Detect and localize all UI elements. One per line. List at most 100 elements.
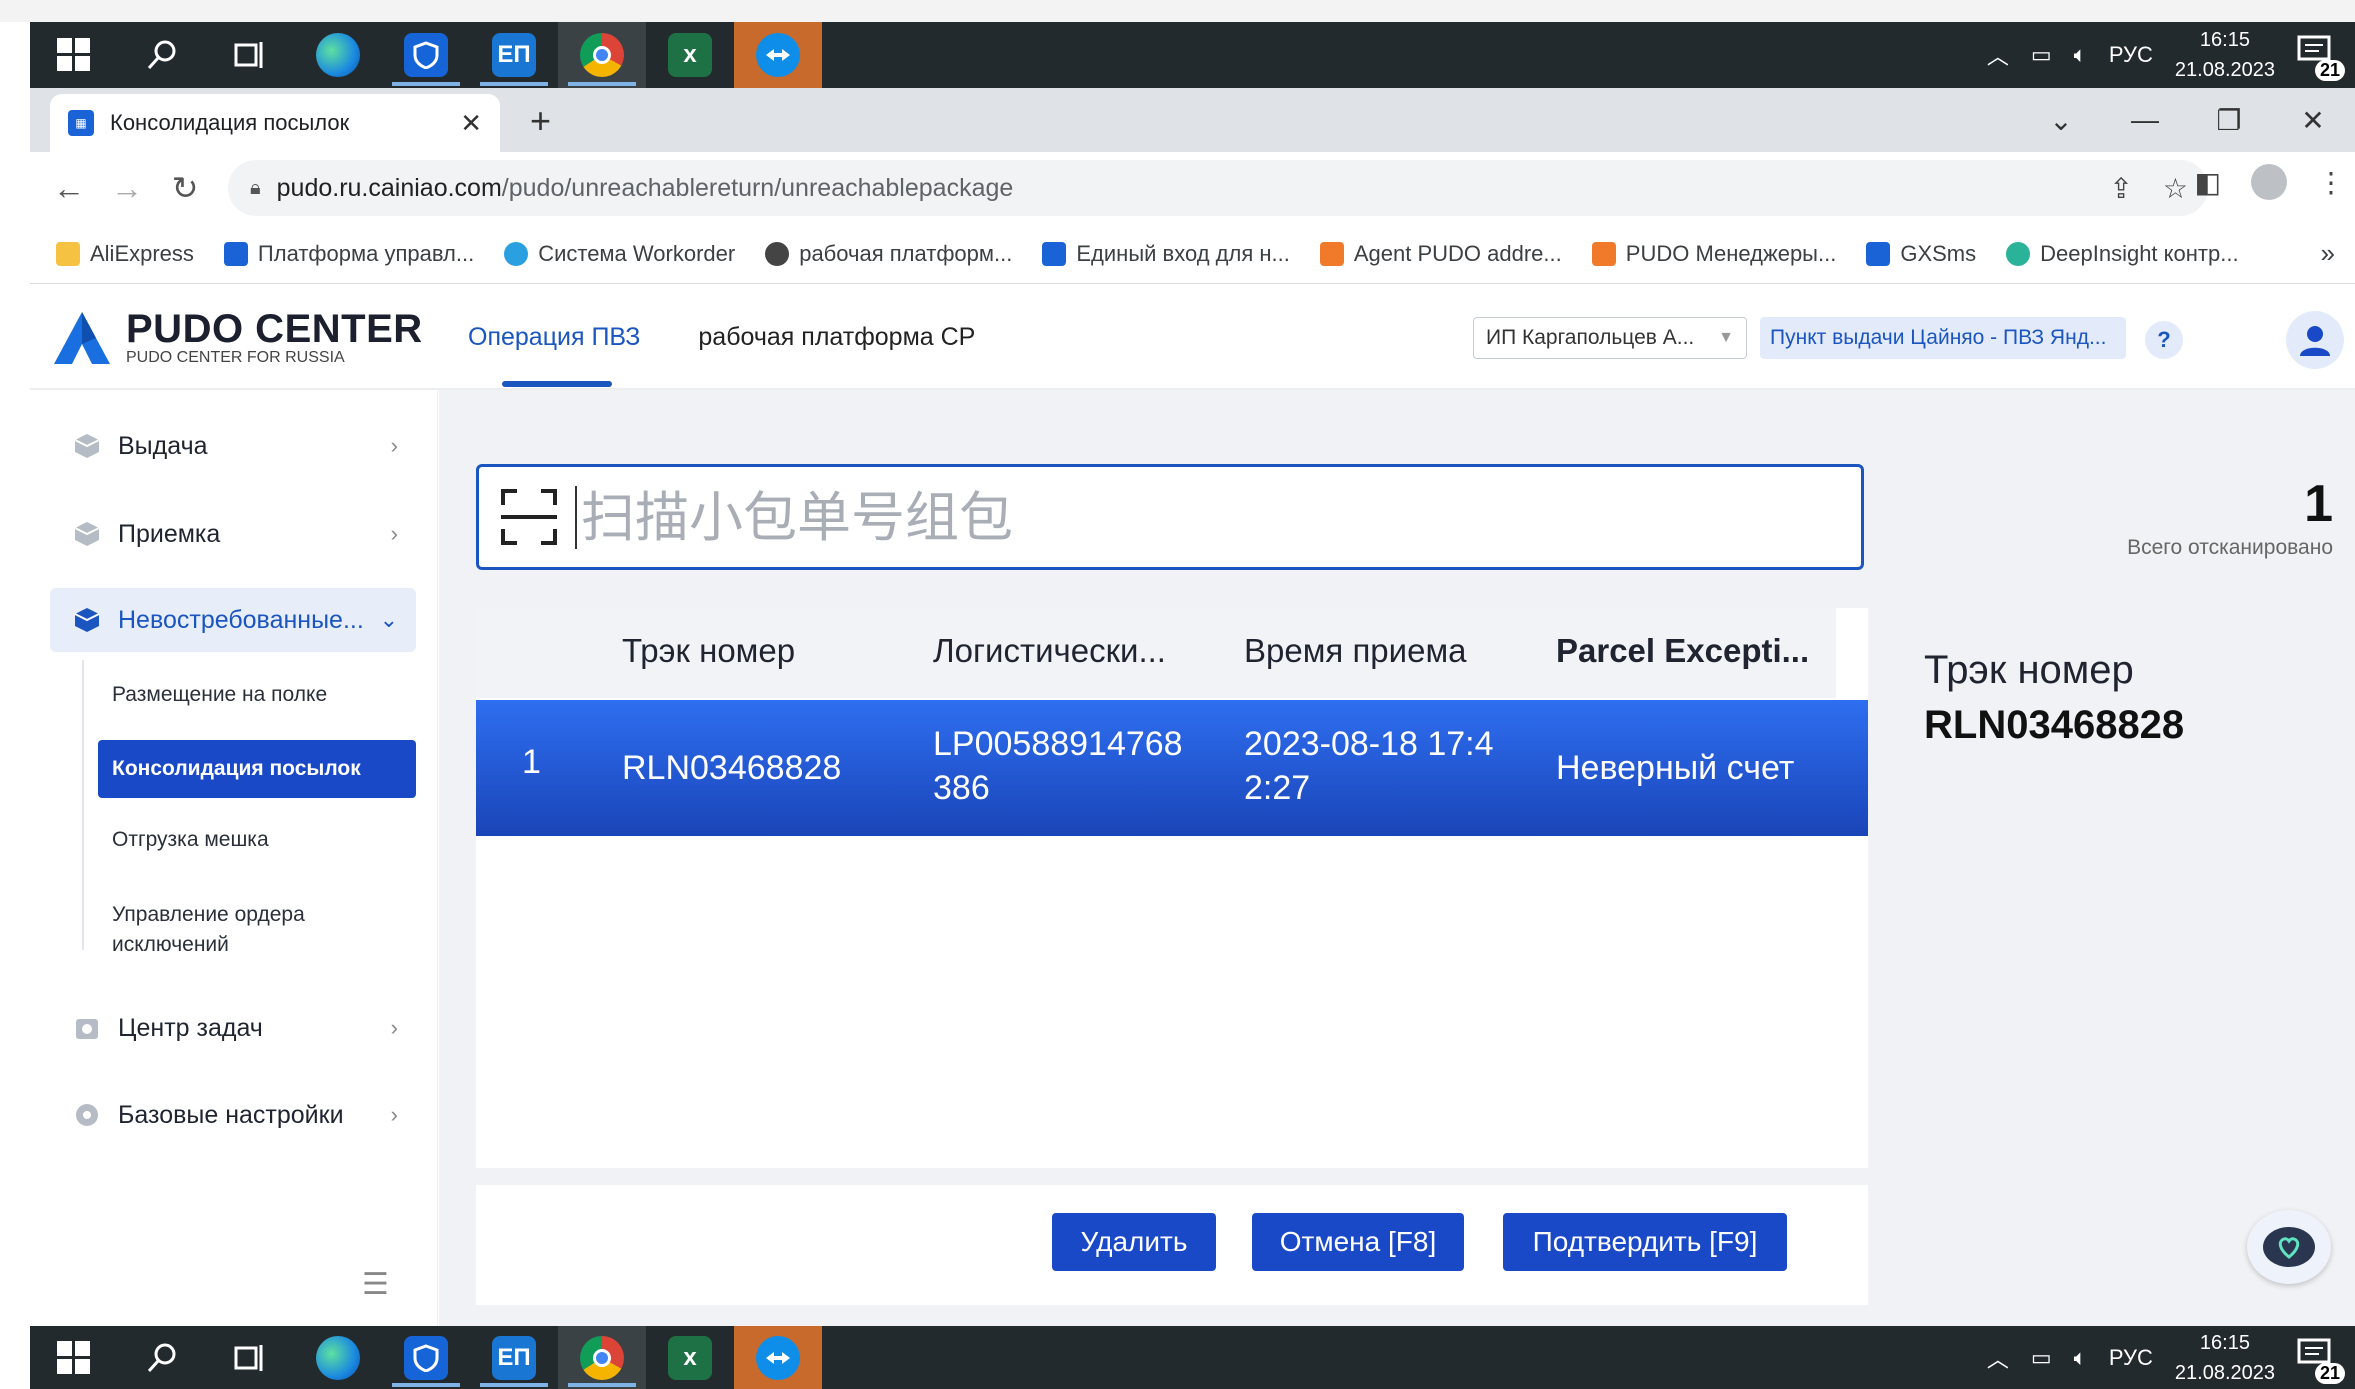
chevron-up-icon[interactable]: ︿	[1987, 39, 2009, 71]
sidebar-item-task-center[interactable]: Центр задач ›	[50, 996, 416, 1060]
close-window-icon[interactable]: ✕	[2271, 104, 2355, 137]
bookmark-pudo-managers[interactable]: PUDO Менеджеры...	[1591, 241, 1836, 267]
notification-icon[interactable]: 21	[2297, 35, 2345, 81]
speaker-muted-icon[interactable]: 🔈︎	[2074, 1345, 2087, 1371]
edge-icon[interactable]	[294, 22, 382, 88]
battery-icon[interactable]: ▭	[2031, 42, 2052, 68]
taskbar-top: ЕП x ︿ ▭ 🔈︎ РУС 16:15 21.08.2023 21	[30, 22, 2355, 88]
bookmark-aliexpress[interactable]: AliExpress	[56, 241, 194, 267]
table-row[interactable]: 1 RLN03468828 LP00588914768 386 2023-08-…	[476, 700, 1868, 836]
chevron-right-icon: ›	[390, 1015, 398, 1040]
form-icon	[1319, 241, 1344, 266]
defender-icon[interactable]	[382, 22, 470, 88]
defender-icon[interactable]	[382, 1326, 470, 1389]
help-icon[interactable]: ?	[2145, 321, 2183, 359]
start-icon[interactable]	[30, 22, 118, 88]
sidebar-item-base-settings[interactable]: Базовые настройки ›	[50, 1083, 416, 1147]
ep-app-icon[interactable]: ЕП	[470, 22, 558, 88]
chat-assistant-button[interactable]	[2247, 1210, 2331, 1284]
submenu-shelf-placement[interactable]: Размещение на полке	[112, 683, 432, 707]
restore-icon[interactable]: ❐	[2187, 104, 2271, 137]
app-header: PUDO CENTER PUDO CENTER FOR RUSSIA Опера…	[30, 285, 2355, 390]
detail-panel: Трэк номер RLN03468828	[1886, 608, 2296, 838]
task-view-icon[interactable]	[206, 1326, 294, 1389]
logo[interactable]: PUDO CENTER PUDO CENTER FOR RUSSIA	[52, 309, 423, 367]
back-icon[interactable]: ←	[40, 170, 98, 207]
excel-icon[interactable]: x	[646, 22, 734, 88]
column-header-track[interactable]: Трэк номер	[622, 632, 795, 670]
reload-icon[interactable]: ↻	[156, 169, 214, 207]
search-icon[interactable]	[118, 22, 206, 88]
bookmark-deepinsight[interactable]: DeepInsight контр...	[2006, 241, 2239, 267]
new-tab-icon[interactable]: +	[530, 100, 551, 142]
bookmark-label: Единый вход для н...	[1076, 240, 1290, 266]
merchant-select[interactable]: ИП Каргапольцев А... ▼	[1473, 317, 1747, 359]
search-icon[interactable]	[118, 1326, 206, 1389]
excel-icon[interactable]: x	[646, 1326, 734, 1389]
confirm-button[interactable]: Подтвердить [F9]	[1503, 1213, 1787, 1271]
task-view-icon[interactable]	[206, 22, 294, 88]
teamviewer-icon[interactable]	[734, 22, 822, 88]
user-avatar[interactable]	[2286, 311, 2344, 369]
lock-icon[interactable]: 🔒︎	[250, 177, 261, 200]
bookmarks-more-icon[interactable]: »	[2321, 238, 2355, 269]
edge-icon[interactable]	[294, 1326, 382, 1389]
nav-cp-platform[interactable]: рабочая платформа CP	[698, 323, 975, 352]
bookmark-sso[interactable]: Единый вход для н...	[1042, 241, 1290, 267]
bookmark-workorder[interactable]: Система Workorder	[504, 241, 735, 267]
screen: ЕП x ︿ ▭ 🔈︎ РУС 16:15 21.08.2023 21 ▦ Ко…	[0, 0, 2355, 1389]
column-header-time[interactable]: Время приема	[1244, 632, 1467, 670]
chevron-up-icon[interactable]: ︿	[1987, 1342, 2009, 1374]
clock-date: 21.08.2023	[2174, 59, 2275, 81]
menu-kebab-icon[interactable]: ⋮	[2317, 166, 2345, 199]
cancel-button[interactable]: Отмена [F8]	[1252, 1213, 1464, 1271]
sidebar-item-issue[interactable]: Выдача ›	[50, 414, 416, 478]
start-icon[interactable]	[30, 1326, 118, 1389]
submenu-consolidation[interactable]: Консолидация посылок	[98, 740, 416, 798]
browser-tab[interactable]: ▦ Консолидация посылок ✕	[50, 94, 500, 152]
bookmark-label: Система Workorder	[538, 240, 736, 266]
submenu-exception-orders[interactable]: Управление ордера исключений	[112, 900, 342, 960]
scan-input[interactable]	[575, 485, 1775, 549]
delete-button[interactable]: Удалить	[1052, 1213, 1216, 1271]
bookmark-platform[interactable]: Платформа управл...	[223, 241, 474, 267]
gear-icon	[72, 1100, 102, 1130]
logo-mark-icon	[52, 310, 112, 366]
sidebar-item-unclaimed[interactable]: Невостребованные... ⌄	[50, 588, 416, 652]
tab-close-icon[interactable]: ✕	[460, 108, 482, 139]
logo-subtitle: PUDO CENTER FOR RUSSIA	[126, 349, 345, 366]
merchant-select-value: ИП Каргапольцев А...	[1486, 326, 1695, 349]
ep-app-icon[interactable]: ЕП	[470, 1326, 558, 1389]
submenu-bag-shipment[interactable]: Отгрузка мешка	[112, 828, 432, 852]
speaker-muted-icon[interactable]: 🔈︎	[2074, 42, 2087, 68]
collapse-sidebar-icon[interactable]: ☰	[362, 1267, 389, 1302]
bookmark-gxsms[interactable]: GXSms	[1866, 241, 1976, 267]
chrome-icon[interactable]	[558, 22, 646, 88]
bookmark-agent-pudo[interactable]: Agent PUDO addre...	[1319, 241, 1562, 267]
url-field[interactable]: 🔒︎ pudo.ru.cainiao.com/pudo/unreachabler…	[228, 160, 2208, 216]
language-indicator[interactable]: РУС	[2109, 42, 2153, 68]
bookmark-work-platform[interactable]: рабочая платформ...	[765, 241, 1012, 267]
column-header-exception[interactable]: Parcel Excepti...	[1556, 632, 1809, 670]
tab-search-icon[interactable]: ⌄	[2019, 104, 2103, 137]
profile-icon[interactable]	[2251, 164, 2287, 200]
pickup-point-select[interactable]: Пункт выдачи Цайняо - ПВЗ Янд...	[1760, 317, 2126, 359]
clock[interactable]: 16:15 21.08.2023	[2175, 1328, 2275, 1388]
battery-icon[interactable]: ▭	[2031, 1345, 2052, 1371]
column-header-logistic[interactable]: Логистически...	[933, 632, 1166, 670]
scan-field[interactable]	[476, 464, 1864, 570]
scan-icon[interactable]	[501, 489, 557, 545]
sidebar-item-reception[interactable]: Приемка ›	[50, 502, 416, 566]
bookmark-star-icon[interactable]: ☆	[2163, 172, 2188, 205]
share-icon[interactable]: ⇪	[2109, 172, 2132, 205]
minimize-icon[interactable]: —	[2103, 104, 2187, 136]
teamviewer-icon[interactable]	[734, 1326, 822, 1389]
chrome-icon[interactable]	[558, 1326, 646, 1389]
clock[interactable]: 16:15 21.08.2023	[2175, 25, 2275, 85]
language-indicator[interactable]: РУС	[2109, 1345, 2153, 1371]
notification-icon[interactable]: 21	[2297, 1338, 2345, 1384]
forward-icon[interactable]: →	[98, 170, 156, 207]
nav-pvz-operations[interactable]: Операция ПВЗ	[468, 323, 640, 352]
chevron-right-icon: ›	[390, 1102, 398, 1127]
side-panel-icon[interactable]: ◧	[2195, 166, 2221, 199]
